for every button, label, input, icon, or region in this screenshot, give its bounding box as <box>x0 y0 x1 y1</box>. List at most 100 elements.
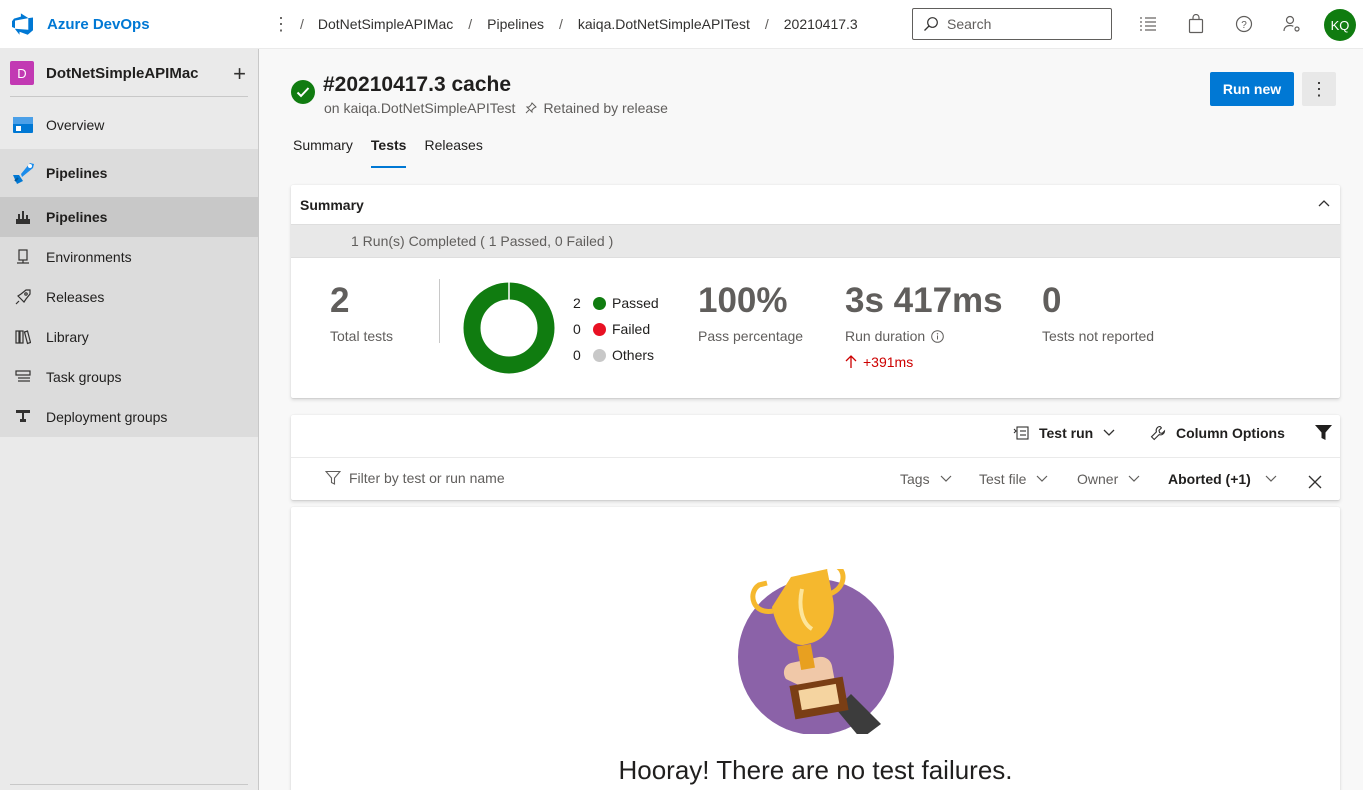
success-check-icon <box>291 80 315 104</box>
breadcrumb-pipeline[interactable]: kaiqa.DotNetSimpleAPITest <box>578 16 750 32</box>
summary-title: Summary <box>300 197 364 213</box>
breadcrumb-separator: / <box>764 16 769 32</box>
help-icon[interactable]: ? <box>1234 14 1254 34</box>
search-box[interactable] <box>912 8 1112 40</box>
search-input[interactable] <box>947 16 1097 32</box>
run-duration-label-wrap: Run duration <box>845 328 944 344</box>
svg-text:?: ? <box>1241 20 1247 31</box>
outcome-donut-chart <box>463 282 555 374</box>
info-icon[interactable] <box>931 329 944 343</box>
sidebar-item-environments[interactable]: Environments <box>0 237 258 277</box>
tab-tests[interactable]: Tests <box>370 137 407 168</box>
project-name: DotNetSimpleAPIMac <box>46 65 199 82</box>
sidebar-item-label: Deployment groups <box>46 409 168 425</box>
project-header[interactable]: D DotNetSimpleAPIMac + <box>10 61 248 97</box>
filter-input-wrap[interactable] <box>325 470 599 486</box>
breadcrumb-project[interactable]: DotNetSimpleAPIMac <box>318 16 453 32</box>
passed-count: 2 <box>573 295 581 311</box>
group-by-dropdown[interactable]: Test run <box>1013 425 1115 441</box>
filter-input[interactable] <box>349 470 599 486</box>
sidebar-item-task-groups[interactable]: Task groups <box>0 357 258 397</box>
breadcrumb-run[interactable]: 20210417.3 <box>784 16 858 32</box>
releases-icon <box>15 289 31 305</box>
brand[interactable]: Azure DevOps <box>11 12 150 36</box>
sidebar-item-releases[interactable]: Releases <box>0 277 258 317</box>
run-new-button[interactable]: Run new <box>1210 72 1294 106</box>
filter-bar: Tags Test file Owner Aborted (+1) <box>291 457 1340 500</box>
sidebar-item-label: Library <box>46 329 89 345</box>
failed-dot-icon <box>593 322 606 336</box>
tests-not-reported-label: Tests not reported <box>1042 328 1155 344</box>
sidebar-item-label: Pipelines <box>46 209 108 225</box>
sidebar-item-deployment-groups[interactable]: Deployment groups <box>0 397 258 437</box>
sidebar-item-pipelines-hub[interactable]: Pipelines <box>0 153 258 193</box>
outcome-label: Aborted (+1) <box>1168 471 1251 487</box>
passed-dot-icon <box>593 296 606 310</box>
group-by-icon <box>1013 426 1029 440</box>
marketplace-icon[interactable] <box>1186 14 1206 34</box>
clear-filters-icon[interactable] <box>1308 475 1322 489</box>
run-duration-label: Run duration <box>845 328 926 344</box>
tests-not-reported-value: 0 <box>1042 281 1062 320</box>
sidebar-item-label: Pipelines <box>46 165 108 181</box>
sidebar-item-library[interactable]: Library <box>0 317 258 357</box>
run-duration-value: 3s 417ms <box>845 281 1003 320</box>
legend-passed: 2 Passed <box>573 295 659 311</box>
wrench-icon <box>1150 425 1166 441</box>
deployment-groups-icon <box>16 410 30 422</box>
search-icon <box>924 17 938 31</box>
runs-completed-bar: 1 Run(s) Completed ( 1 Passed, 0 Failed … <box>291 224 1340 258</box>
chevron-down-icon <box>1265 475 1277 482</box>
filter-toggle-icon[interactable] <box>1315 425 1332 440</box>
avatar[interactable]: KQ <box>1324 9 1356 41</box>
duration-delta-value: +391ms <box>863 354 914 370</box>
tab-bar: Summary Tests Releases <box>293 137 501 168</box>
summary-card: Summary 1 Run(s) Completed ( 1 Passed, 0… <box>291 185 1340 398</box>
legend-others: 0 Others <box>573 347 654 363</box>
outcome-dropdown[interactable]: Aborted (+1) <box>1168 471 1277 487</box>
tab-releases[interactable]: Releases <box>424 137 482 168</box>
sidebar-footer-divider <box>10 784 248 790</box>
more-icon[interactable]: ⋮ <box>272 14 290 35</box>
total-tests-label: Total tests <box>330 328 394 344</box>
failed-label: Failed <box>612 321 651 337</box>
chevron-down-icon <box>1128 475 1140 482</box>
retained-label: Retained by release <box>543 100 668 116</box>
group-by-label: Test run <box>1039 425 1094 441</box>
main-content: #20210417.3 cache on kaiqa.DotNetSimpleA… <box>260 49 1363 790</box>
work-items-icon[interactable] <box>1138 14 1158 34</box>
run-subtitle: on kaiqa.DotNetSimpleAPITest Retained by… <box>324 100 668 116</box>
others-count: 0 <box>573 347 581 363</box>
add-icon[interactable]: + <box>233 61 246 87</box>
sidebar-item-pipelines[interactable]: Pipelines <box>0 197 258 237</box>
tab-summary[interactable]: Summary <box>293 137 353 168</box>
sidebar-item-label: Overview <box>46 117 105 133</box>
tags-label: Tags <box>900 471 930 487</box>
test-file-dropdown[interactable]: Test file <box>979 471 1048 487</box>
more-actions-icon[interactable]: ⋮ <box>1302 72 1336 106</box>
filter-card: Test run Column Options Tags Test file O… <box>291 415 1340 500</box>
pass-percentage-label: Pass percentage <box>698 328 804 344</box>
breadcrumb-separator: / <box>300 16 304 32</box>
filter-icon <box>325 470 341 485</box>
legend-failed: 0 Failed <box>573 321 650 337</box>
library-icon <box>15 330 31 345</box>
tags-dropdown[interactable]: Tags <box>900 471 952 487</box>
sidebar-item-overview[interactable]: Overview <box>0 105 258 145</box>
user-settings-icon[interactable] <box>1282 14 1302 34</box>
empty-state-message: Hooray! There are no test failures. <box>618 755 1013 785</box>
breadcrumb-pipelines[interactable]: Pipelines <box>487 16 544 32</box>
column-options-label: Column Options <box>1176 425 1285 441</box>
project-badge: D <box>10 61 34 85</box>
pipelines-sub-icon <box>16 211 30 224</box>
trophy-illustration-icon <box>738 569 894 734</box>
sidebar-item-label: Environments <box>46 249 132 265</box>
task-groups-icon <box>15 370 31 382</box>
owner-dropdown[interactable]: Owner <box>1077 471 1140 487</box>
pipelines-icon <box>13 163 34 184</box>
top-bar: Azure DevOps ⋮ / DotNetSimpleAPIMac / Pi… <box>0 0 1363 49</box>
chevron-up-icon[interactable] <box>1318 199 1330 207</box>
sidebar-item-label: Releases <box>46 289 105 305</box>
run-pipeline[interactable]: on kaiqa.DotNetSimpleAPITest <box>324 100 515 116</box>
column-options-button[interactable]: Column Options <box>1150 425 1285 441</box>
